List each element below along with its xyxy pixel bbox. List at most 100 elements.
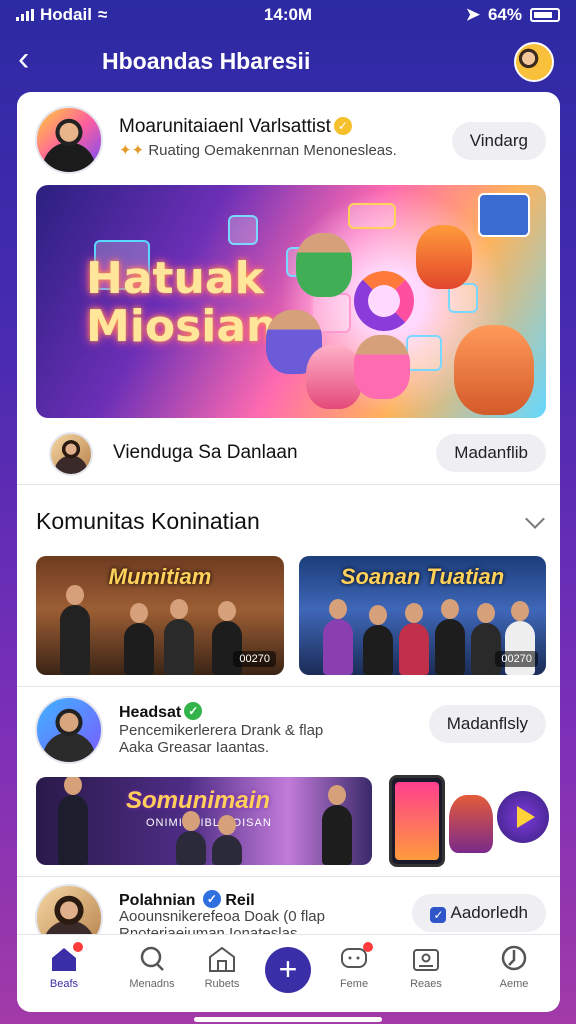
top-navigation: ‹ Hboandas Hbaresii (0, 38, 576, 84)
clap-icon: ✦✦ (119, 142, 145, 159)
community-thumbnail[interactable]: Soanan Tuatian 00270 (299, 556, 546, 675)
creator-row: Vienduga Sa Danlaan Madanflib (17, 422, 560, 482)
status-right: ➤ 64% (466, 5, 560, 25)
post-subtitle: ✦✦ Ruating Oemakenrnan Menonesleas. (119, 142, 397, 159)
tab-label: Rubets (204, 978, 240, 990)
hero-image[interactable]: Hatuak Miosian (36, 185, 546, 418)
character-figure (354, 335, 410, 399)
tab-label: Feme (339, 978, 369, 990)
chat-icon (339, 942, 373, 973)
avatar[interactable] (35, 696, 103, 764)
back-button[interactable]: ‹ (18, 42, 52, 78)
banner-title: Somunimain (126, 787, 271, 814)
fox-mascot (454, 325, 534, 415)
tab-label: Beafs (49, 978, 79, 990)
verified-badge-icon: ✓ (202, 890, 221, 908)
tab-search[interactable]: Menadns (117, 945, 187, 990)
section-title: Komunitas Koninatian (36, 508, 260, 534)
status-bar: Hodail ≈ 14:0M ➤ 64% (0, 0, 576, 30)
hero-line2: Miosian (86, 301, 278, 352)
tab-explore[interactable]: Aeme (479, 945, 549, 990)
creator-name[interactable]: Vienduga Sa Danlaan (113, 442, 298, 464)
divider (17, 876, 560, 877)
follow-button[interactable]: Vindarg (451, 122, 546, 160)
notification-dot (73, 942, 83, 952)
chevron-down-icon[interactable] (525, 509, 545, 529)
play-button-icon[interactable] (497, 791, 549, 843)
promo-banner[interactable]: Somunimain ONIMIOI IBL NOISAN (36, 777, 372, 865)
follow-button-label: Aadorledh (450, 903, 528, 922)
person-figure (363, 605, 393, 675)
view-count: 00270 (233, 651, 276, 667)
person-figure (58, 777, 88, 865)
explore-icon (499, 945, 529, 973)
mascot-figure (416, 225, 472, 289)
post-subtitle-line: Aaka Greasar Iaantas. (119, 739, 270, 756)
post-author-tag: Reil (225, 892, 255, 909)
tile-icon (348, 203, 396, 229)
home-indicator (194, 1017, 382, 1022)
post-author-name: Moarunitaiaenl Varlsattist (119, 116, 331, 137)
tile-icon (228, 215, 258, 245)
creator-button[interactable]: Madanflib (436, 434, 546, 472)
store-icon (207, 945, 237, 973)
tab-chat[interactable]: Feme (319, 942, 389, 990)
tab-label: Menadns (129, 978, 175, 990)
person-figure (124, 603, 154, 675)
notification-dot (363, 942, 373, 952)
post-subtitle-line: Aoounsnikerefeoa Doak (0 flap (119, 908, 325, 925)
phone-screen (395, 782, 439, 860)
battery-percent: 64% (487, 5, 522, 24)
banner-subtitle: ONIMIOI IBL NOISAN (146, 817, 272, 829)
profile-avatar[interactable] (514, 42, 554, 82)
person-figure (471, 603, 501, 675)
post-subtitle-line: Pencemikerlerera Drank & flap (119, 722, 324, 739)
person-figure (322, 785, 352, 865)
post-author[interactable]: Polahnian ✓ Reil (119, 890, 255, 910)
person-figure (60, 585, 90, 675)
verified-badge-icon: ✓ (333, 117, 352, 135)
tab-label: Aeme (499, 978, 529, 990)
hero-line1: Hatuak (86, 253, 264, 304)
person-figure (399, 603, 429, 675)
post-subtitle: Pencemikerlerera Drank & flap Aaka Greas… (119, 722, 323, 756)
tab-label: Reaes (410, 978, 442, 990)
mascot-figure (449, 795, 493, 853)
hero-headline: Hatuak Miosian (86, 255, 277, 351)
checkbox-icon: ✓ (430, 907, 447, 923)
community-thumbnail[interactable]: Mumitiam 00270 (36, 556, 284, 675)
post-author-name: Headsat (119, 704, 182, 721)
person-figure (323, 599, 353, 675)
view-count: 00270 (495, 651, 538, 667)
home-icon (49, 942, 83, 973)
bottom-tab-bar: Beafs Menadns Rubets + Feme Reaes Aeme (17, 934, 560, 1012)
tab-store[interactable]: Rubets (187, 945, 257, 990)
verified-badge-icon: ✓ (184, 702, 203, 720)
post-header: Moarunitaiaenl Varlsattist ✓ ✦✦ Ruating O… (17, 100, 560, 180)
battery-icon (530, 8, 560, 22)
search-icon (137, 945, 167, 973)
profile-card-icon (411, 945, 441, 973)
avatar[interactable] (49, 432, 93, 476)
phone-preview[interactable] (389, 775, 445, 867)
post-author[interactable]: Headsat ✓ (119, 702, 203, 722)
add-button[interactable]: + (265, 947, 311, 993)
person-figure (164, 599, 194, 675)
person-figure (176, 811, 206, 865)
tab-profile-card[interactable]: Reaes (391, 945, 461, 990)
tab-home[interactable]: Beafs (29, 942, 99, 990)
post-author[interactable]: Moarunitaiaenl Varlsattist ✓ (119, 116, 352, 138)
person-figure (435, 599, 465, 675)
avatar[interactable] (35, 106, 103, 174)
photo-tile (478, 193, 530, 237)
divider (17, 484, 560, 485)
post-subtitle-text: Ruating Oemakenrnan Menonesleas. (148, 142, 397, 159)
follow-button[interactable]: ✓ Aadorledh (412, 894, 546, 932)
tile-icon (406, 335, 442, 371)
feed-card: Moarunitaiaenl Varlsattist ✓ ✦✦ Ruating O… (17, 92, 560, 1012)
page-title: Hboandas Hbaresii (102, 48, 311, 74)
post-author-name: Polahnian (119, 892, 196, 909)
person-figure (212, 815, 242, 865)
thumbnail-title: Soanan Tuatian (340, 564, 505, 589)
follow-button[interactable]: Madanflsly (428, 705, 546, 743)
